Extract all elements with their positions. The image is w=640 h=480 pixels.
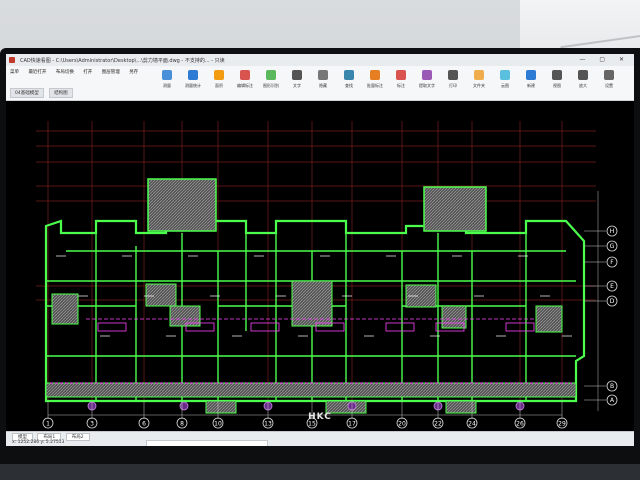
beam-tag <box>385 322 415 332</box>
ribbon-button-label: 新建 <box>527 83 535 88</box>
axis-letter: D <box>610 298 615 305</box>
menu-item[interactable]: 布局切换 <box>56 70 74 75</box>
fixture-mark <box>179 401 189 411</box>
ribbon-button-label: 文件夹 <box>473 83 485 88</box>
cloud-icon <box>500 70 510 80</box>
ribbon-button-label: 提取文字 <box>419 83 435 88</box>
menu-item[interactable]: 另存 <box>129 70 138 75</box>
monitor: CAD快速看图 - C:\Users\Administrator\Desktop… <box>0 48 640 464</box>
ribbon-button-label: 隐藏 <box>319 83 327 88</box>
coordinate-readout: x: 1252.286 y: 5.27513 <box>12 440 65 445</box>
ruler-icon <box>162 70 172 80</box>
ribbon-button-label: 查找 <box>345 83 353 88</box>
ribbon-button[interactable]: 编辑标注 <box>234 70 256 96</box>
axis-letter: A <box>610 397 615 404</box>
tag-icon <box>396 70 406 80</box>
sheet-tab-layout2[interactable]: 布局2 <box>65 433 90 441</box>
gear-icon <box>604 70 614 80</box>
shear-wall-block <box>51 293 79 325</box>
ribbon-button[interactable]: 云图 <box>494 70 516 96</box>
ribbon-button-label: 文字 <box>293 83 301 88</box>
document-tabs: 04基础模型 结构图 <box>10 88 77 98</box>
ribbon-button-label: 图形识别 <box>263 83 279 88</box>
tab-layout[interactable]: 结构图 <box>49 88 73 98</box>
ribbon-button[interactable]: 批量标注 <box>364 70 386 96</box>
menu-item[interactable]: 最近打开 <box>28 70 46 75</box>
shape-icon <box>266 70 276 80</box>
ribbon-button-label: 测量 <box>163 83 171 88</box>
stair-core-left <box>147 178 217 232</box>
cad-drawing-canvas[interactable]: 1 3 6 8 10 13 15 17 20 22 24 26 29 H G F E D B A <box>6 101 634 431</box>
find-icon <box>344 70 354 80</box>
ribbon-button[interactable]: 文字 <box>286 70 308 96</box>
ribbon-button[interactable]: 标注 <box>390 70 412 96</box>
ribbon-button[interactable]: 提取文字 <box>416 70 438 96</box>
floor-plan-svg: 1 3 6 8 10 13 15 17 20 22 24 26 29HGFEDBA <box>36 121 618 429</box>
zoom-icon <box>578 70 588 80</box>
axis-letter: H <box>610 228 615 235</box>
menu-item[interactable]: 菜单 <box>10 70 19 75</box>
ribbon-button[interactable]: 新建 <box>520 70 542 96</box>
ribbon-button-label: 放大 <box>579 83 587 88</box>
text-icon <box>292 70 302 80</box>
ribbon-button[interactable]: 测量统计 <box>182 70 204 96</box>
ribbon-button[interactable]: 隐藏 <box>312 70 334 96</box>
beam-tag <box>250 322 280 332</box>
axis-letter: E <box>610 283 614 290</box>
stair-core-right <box>423 186 487 232</box>
ribbon-button-label: 设置 <box>605 83 613 88</box>
status-bar: 模型 布局1 布局2 x: 1252.286 y: 5.27513 <box>6 431 634 446</box>
corridor-slab <box>45 382 577 398</box>
hide-icon <box>318 70 328 80</box>
menu-item[interactable]: 图层管理 <box>102 70 120 75</box>
tab-model[interactable]: 04基础模型 <box>10 88 44 98</box>
new-icon <box>526 70 536 80</box>
ribbon-button[interactable]: 文件夹 <box>468 70 490 96</box>
batch-icon <box>370 70 380 80</box>
ribbon-button-label: 打印 <box>449 83 457 88</box>
ribbon-button[interactable]: 面积 <box>208 70 230 96</box>
folder-icon <box>474 70 484 80</box>
measure-icon <box>188 70 198 80</box>
ribbon-button-label: 测量统计 <box>185 83 201 88</box>
ribbon-button-label: 面积 <box>215 83 223 88</box>
ribbon-button-label: 编辑标注 <box>237 83 253 88</box>
window-controls[interactable]: — ▢ ✕ <box>579 56 630 63</box>
beam-tag <box>97 322 127 332</box>
ribbon-button[interactable]: 查找 <box>338 70 360 96</box>
ribbon-button[interactable]: 设置 <box>598 70 620 96</box>
extract-icon <box>422 70 432 80</box>
axis-letter: G <box>610 243 615 250</box>
ribbon-button[interactable]: 图形识别 <box>260 70 282 96</box>
ribbon-button[interactable]: 测量 <box>156 70 178 96</box>
ribbon-button[interactable]: 放大 <box>572 70 594 96</box>
menu-item[interactable]: 打开 <box>83 70 92 75</box>
axis-letter: B <box>610 383 614 390</box>
window-title: CAD快速看图 - C:\Users\Administrator\Desktop… <box>20 58 225 64</box>
ribbon-button-label: 标注 <box>397 83 405 88</box>
ribbon: 菜单 最近打开 布局切换 打开 图层管理 另存 04基础模型 结构图 测量 测量统… <box>6 66 634 101</box>
ribbon-button[interactable]: 视图 <box>546 70 568 96</box>
ribbon-button-label: 视图 <box>553 83 561 88</box>
edit-icon <box>240 70 250 80</box>
axis-letter: F <box>610 259 614 266</box>
print-icon <box>448 70 458 80</box>
menu-row: 菜单 最近打开 布局切换 打开 图层管理 另存 <box>10 69 146 75</box>
shear-wall-block <box>145 283 177 307</box>
ribbon-button-label: 云图 <box>501 83 509 88</box>
shear-wall-block <box>441 305 467 329</box>
ribbon-button[interactable]: 打印 <box>442 70 464 96</box>
app-icon <box>9 57 15 63</box>
desk-edge <box>0 464 640 480</box>
screen: CAD快速看图 - C:\Users\Administrator\Desktop… <box>6 54 634 446</box>
ribbon-button-label: 批量标注 <box>367 83 383 88</box>
view-icon <box>552 70 562 80</box>
shear-wall-block <box>535 305 563 333</box>
monitor-brand-logo: HKC <box>308 412 332 422</box>
area-icon <box>214 70 224 80</box>
